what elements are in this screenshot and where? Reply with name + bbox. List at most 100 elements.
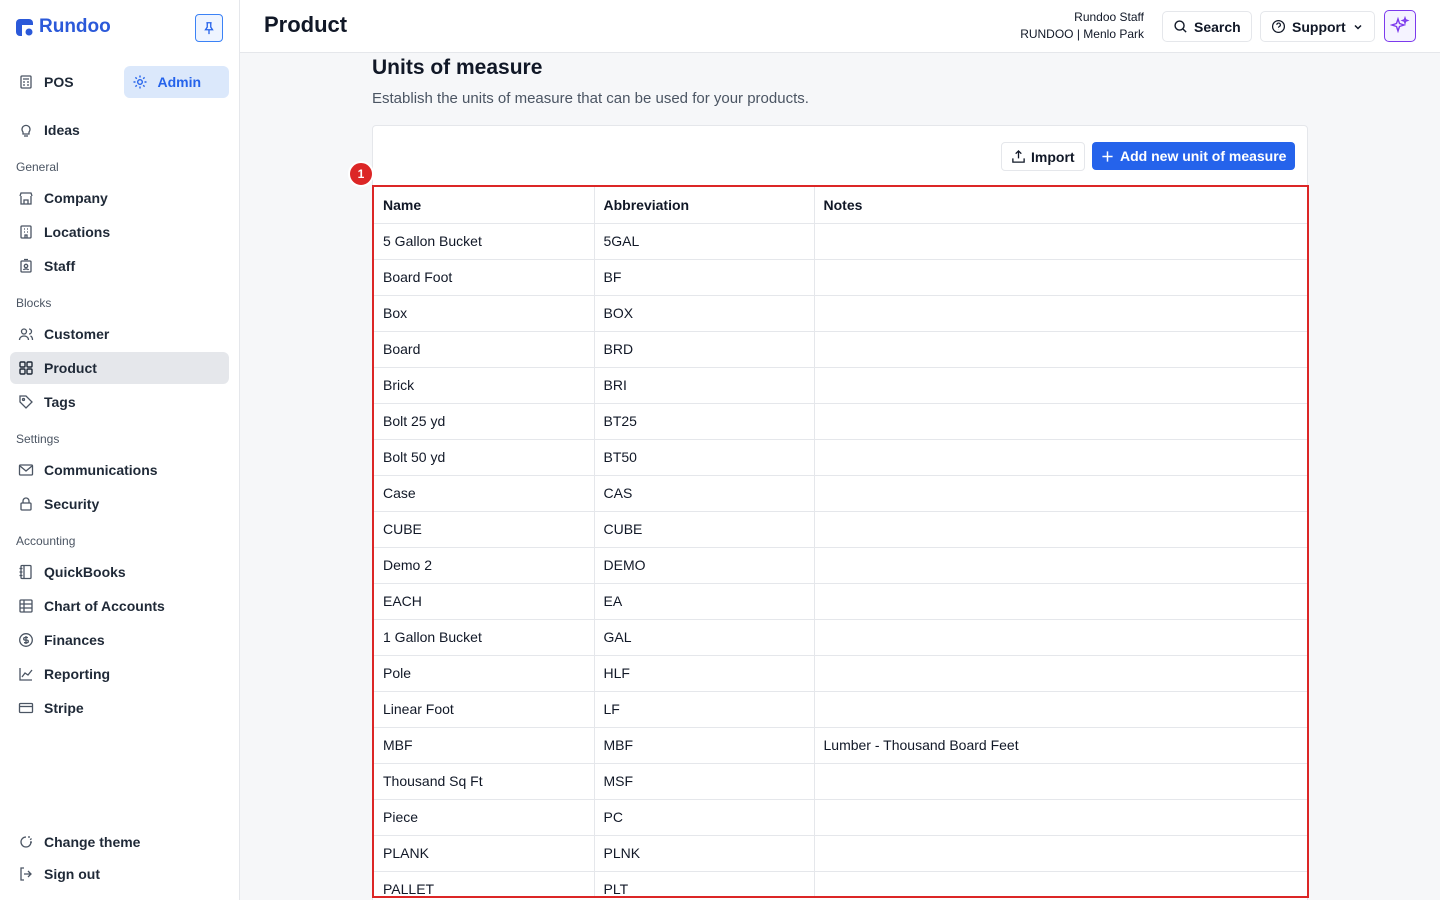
sparkles-icon xyxy=(1390,16,1410,34)
pin-sidebar-button[interactable] xyxy=(195,14,223,42)
table-row[interactable]: Brick BRI xyxy=(374,367,1307,404)
change-theme-button[interactable]: Change theme xyxy=(10,826,229,858)
support-label: Support xyxy=(1292,18,1346,35)
add-unit-label: Add new unit of measure xyxy=(1120,148,1287,164)
credit-card-icon xyxy=(18,702,34,714)
cell-name: PALLET xyxy=(374,871,595,896)
sidebar-item-product[interactable]: Product xyxy=(10,352,229,384)
building-icon xyxy=(20,225,32,239)
cell-abbreviation: DEMO xyxy=(594,547,815,584)
cell-abbreviation: MSF xyxy=(594,763,815,800)
table-row[interactable]: Box BOX xyxy=(374,295,1307,332)
table-header-row: Name Abbreviation Notes xyxy=(374,187,1307,224)
cell-abbreviation: MBF xyxy=(594,727,815,764)
table-row[interactable]: PALLET PLT xyxy=(374,871,1307,896)
sidebar-item-label: Customer xyxy=(44,326,110,342)
table-row[interactable]: PLANK PLNK xyxy=(374,835,1307,872)
ai-assistant-button[interactable] xyxy=(1384,10,1416,42)
sidebar-item-chart-of-accounts[interactable]: Chart of Accounts xyxy=(10,590,229,622)
column-header-abbreviation[interactable]: Abbreviation xyxy=(594,187,815,224)
table-row[interactable]: Case CAS xyxy=(374,475,1307,512)
section-label-accounting: Accounting xyxy=(16,534,76,548)
table-row[interactable]: Pole HLF xyxy=(374,655,1307,692)
cell-abbreviation: BRD xyxy=(594,331,815,368)
sidebar-item-reporting[interactable]: Reporting xyxy=(10,658,229,690)
pos-mode-button[interactable]: POS xyxy=(10,66,116,98)
plus-icon xyxy=(1102,150,1113,162)
support-dropdown[interactable]: Support xyxy=(1260,11,1375,42)
store-icon xyxy=(19,192,33,205)
change-theme-label: Change theme xyxy=(44,834,141,850)
cell-abbreviation: GAL xyxy=(594,619,815,656)
table-row[interactable]: 5 Gallon Bucket 5GAL xyxy=(374,223,1307,260)
cell-abbreviation: BF xyxy=(594,259,815,296)
sidebar-item-quickbooks[interactable]: QuickBooks xyxy=(10,556,229,588)
cell-name: Bolt 50 yd xyxy=(374,439,595,476)
import-button[interactable]: Import xyxy=(1001,142,1085,171)
cell-abbreviation: 5GAL xyxy=(594,223,815,260)
page-title: Product xyxy=(264,12,348,37)
cell-name: Piece xyxy=(374,799,595,836)
theme-icon xyxy=(20,836,32,848)
sidebar-item-locations[interactable]: Locations xyxy=(10,216,229,248)
brand-name: Rundoo xyxy=(39,16,111,37)
cell-abbreviation: BRI xyxy=(594,367,815,404)
cell-abbreviation: EA xyxy=(594,583,815,620)
table-row[interactable]: Bolt 25 yd BT25 xyxy=(374,403,1307,440)
sidebar-item-company[interactable]: Company xyxy=(10,182,229,214)
table-row[interactable]: MBF MBF Lumber - Thousand Board Feet xyxy=(374,727,1307,764)
table-row[interactable]: Piece PC xyxy=(374,799,1307,836)
search-button[interactable]: Search xyxy=(1162,11,1252,42)
cell-name: MBF xyxy=(374,727,595,764)
admin-mode-button[interactable]: Admin xyxy=(123,66,229,98)
sidebar-item-label: Finances xyxy=(44,632,105,648)
sidebar-item-ideas[interactable]: Ideas xyxy=(10,114,229,146)
cell-abbreviation: PLT xyxy=(594,871,815,896)
cell-notes xyxy=(814,799,1307,836)
sidebar-item-communications[interactable]: Communications xyxy=(10,454,229,486)
gear-icon xyxy=(133,75,146,89)
sidebar-item-finances[interactable]: Finances xyxy=(10,624,229,656)
user-name: Rundoo Staff xyxy=(1074,10,1144,24)
table-row[interactable]: CUBE CUBE xyxy=(374,511,1307,548)
table-row[interactable]: Demo 2 DEMO xyxy=(374,547,1307,584)
sidebar-item-label: Stripe xyxy=(44,700,84,716)
sidebar-item-label: Locations xyxy=(44,224,111,240)
table-row[interactable]: 1 Gallon Bucket GAL xyxy=(374,619,1307,656)
table-row[interactable]: Linear Foot LF xyxy=(374,691,1307,728)
sidebar-item-label: Communications xyxy=(44,462,158,478)
brand-logo[interactable]: Rundoo xyxy=(16,16,111,38)
sidebar-item-tags[interactable]: Tags xyxy=(10,386,229,418)
table-row[interactable]: Board Foot BF xyxy=(374,259,1307,296)
sidebar-item-security[interactable]: Security xyxy=(10,488,229,520)
cell-name: Board xyxy=(374,331,595,368)
cell-abbreviation: BT25 xyxy=(594,403,815,440)
cell-notes xyxy=(814,295,1307,332)
cell-notes xyxy=(814,403,1307,440)
cell-notes xyxy=(814,439,1307,476)
column-header-notes[interactable]: Notes xyxy=(814,187,1307,224)
cell-abbreviation: LF xyxy=(594,691,815,728)
cell-name: EACH xyxy=(374,583,595,620)
table-row[interactable]: Bolt 50 yd BT50 xyxy=(374,439,1307,476)
table-row[interactable]: Thousand Sq Ft MSF xyxy=(374,763,1307,800)
column-header-name[interactable]: Name xyxy=(374,187,595,224)
sidebar-item-stripe[interactable]: Stripe xyxy=(10,692,229,724)
sign-out-button[interactable]: Sign out xyxy=(10,858,229,890)
cell-name: Box xyxy=(374,295,595,332)
cell-abbreviation: BT50 xyxy=(594,439,815,476)
cell-abbreviation: PLNK xyxy=(594,835,815,872)
line-chart-icon xyxy=(19,668,33,681)
table-row[interactable]: Board BRD xyxy=(374,331,1307,368)
sidebar-item-label: Tags xyxy=(44,394,76,410)
table-row[interactable]: EACH EA xyxy=(374,583,1307,620)
sidebar-item-staff[interactable]: Staff xyxy=(10,250,229,282)
cell-name: Bolt 25 yd xyxy=(374,403,595,440)
cell-name: Board Foot xyxy=(374,259,595,296)
search-icon xyxy=(1174,20,1187,33)
import-label: Import xyxy=(1031,148,1075,165)
users-icon xyxy=(18,328,34,341)
add-unit-button[interactable]: Add new unit of measure xyxy=(1092,142,1296,170)
sidebar-item-customer[interactable]: Customer xyxy=(10,318,229,350)
cell-name: Linear Foot xyxy=(374,691,595,728)
